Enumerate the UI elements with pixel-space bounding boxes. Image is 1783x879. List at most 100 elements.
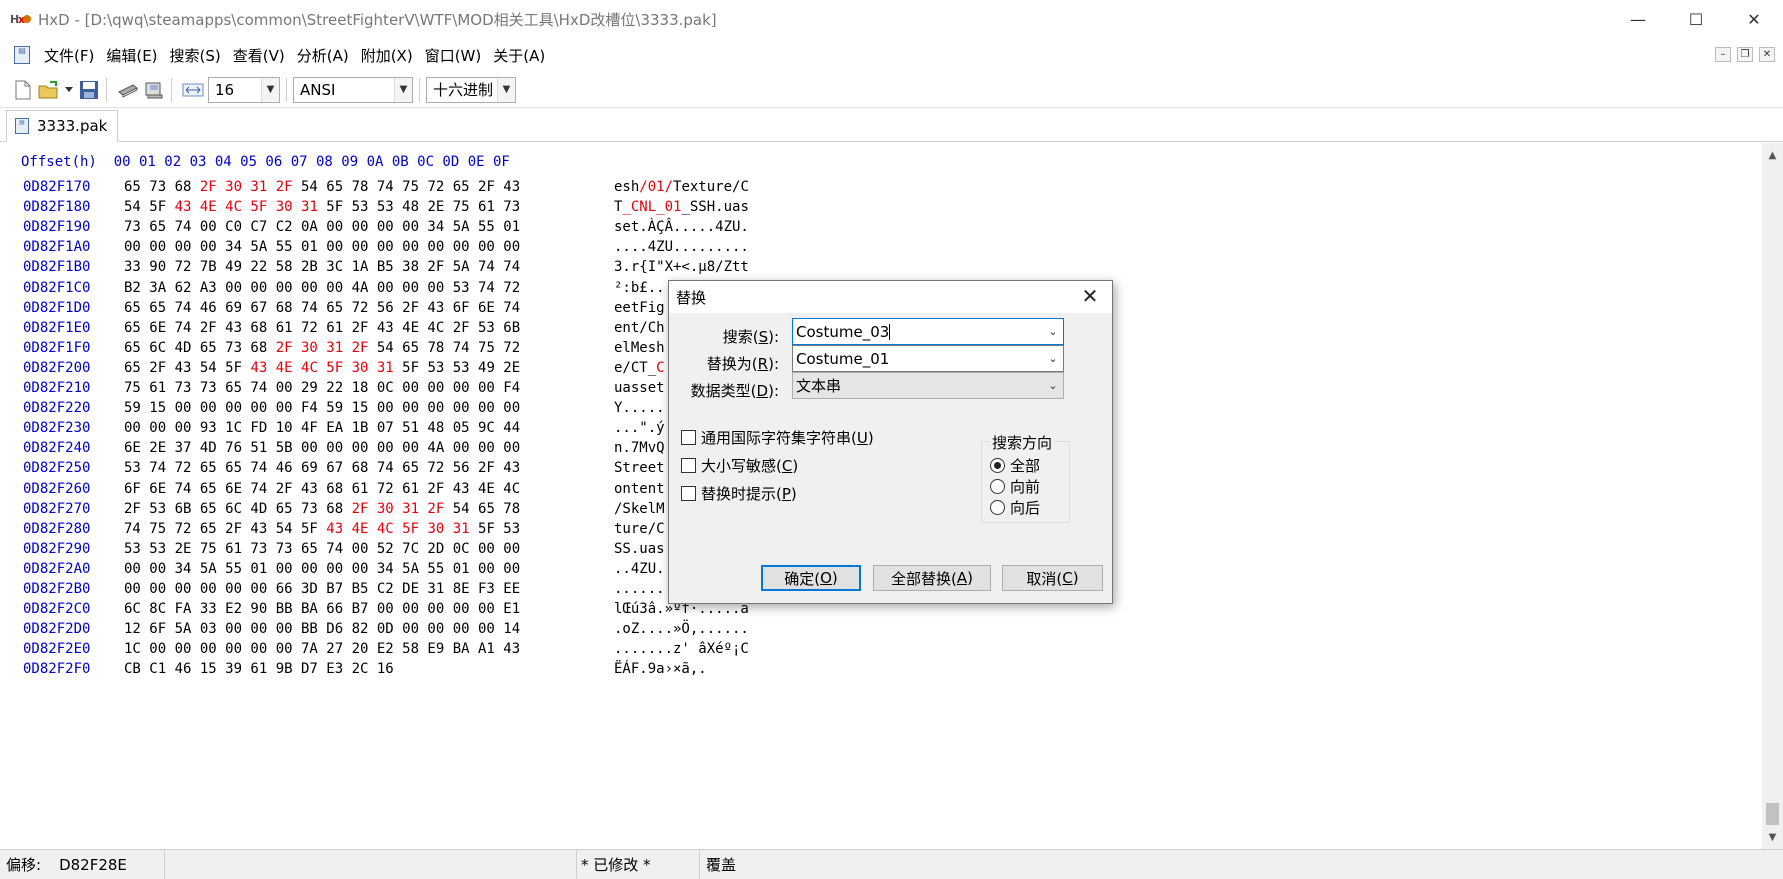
- menu-file[interactable]: 文件(F): [38, 45, 100, 66]
- scroll-down-icon[interactable]: ▼: [1762, 827, 1783, 847]
- hex-row-text[interactable]: 3.r{I"X+<.µ8/Ztt: [614, 259, 749, 275]
- chevron-down-icon[interactable]: ⌄: [1043, 325, 1063, 338]
- open-file-icon[interactable]: [38, 79, 60, 101]
- hex-row-bytes[interactable]: 6F 6E 74 65 6E 74 2F 43 68 61 72 61 2F 4…: [124, 481, 520, 497]
- radio-unselected[interactable]: [990, 500, 1005, 515]
- hex-row-bytes[interactable]: 6C 8C FA 33 E2 90 BB BA 66 B7 00 00 00 0…: [124, 601, 520, 617]
- prompt-on-replace-checkbox[interactable]: 替换时提示(P): [681, 483, 797, 504]
- menu-view[interactable]: 查看(V): [227, 45, 291, 66]
- hex-row-bytes[interactable]: 65 65 74 46 69 67 68 74 65 72 56 2F 43 6…: [124, 300, 520, 316]
- hex-row-bytes[interactable]: 75 61 73 73 65 74 00 29 22 18 0C 00 00 0…: [124, 380, 520, 396]
- replace-input[interactable]: Costume_01: [793, 350, 1043, 368]
- minimize-button[interactable]: —: [1609, 0, 1667, 38]
- mdi-minimize-button[interactable]: –: [1715, 47, 1731, 62]
- hex-row-text[interactable]: .oZ....»Ö‚......: [614, 621, 749, 637]
- direction-all-radio[interactable]: 全部: [990, 455, 1040, 476]
- hex-row-text[interactable]: .......z' âXéº¡C: [614, 641, 749, 657]
- disk-icon[interactable]: [143, 79, 165, 101]
- hex-row-bytes[interactable]: 53 53 2E 75 61 73 73 65 74 00 52 7C 2D 0…: [124, 541, 520, 557]
- offset-base-select[interactable]: 十六进制 ▼: [426, 76, 516, 103]
- vertical-scrollbar[interactable]: ▲ ▼: [1762, 143, 1783, 849]
- hex-row-bytes[interactable]: 65 6E 74 2F 43 68 61 72 61 2F 43 4E 4C 2…: [124, 320, 520, 336]
- hex-row-bytes[interactable]: 65 6C 4D 65 73 68 2F 30 31 2F 54 65 78 7…: [124, 340, 520, 356]
- mdi-close-button[interactable]: ✕: [1759, 47, 1775, 62]
- replace-all-button[interactable]: 全部替换(A): [873, 565, 991, 591]
- hex-row-text[interactable]: Street: [614, 460, 665, 476]
- unicode-checkbox[interactable]: 通用国际字符集字符串(U): [681, 427, 874, 448]
- bytes-per-row-select[interactable]: 16 ▼: [208, 76, 280, 103]
- tab-3333-pak[interactable]: ▤ 3333.pak: [6, 110, 119, 142]
- cancel-button[interactable]: 取消(C): [1002, 565, 1103, 591]
- save-icon[interactable]: [78, 79, 100, 101]
- checkbox-box[interactable]: [681, 458, 696, 473]
- hex-row-text[interactable]: ent/Ch: [614, 320, 665, 336]
- menu-edit[interactable]: 编辑(E): [100, 45, 163, 66]
- hex-row-text[interactable]: n.7MvQ: [614, 440, 665, 456]
- chevron-down-icon[interactable]: ⌄: [1043, 352, 1063, 365]
- direction-forward-radio[interactable]: 向前: [990, 476, 1040, 497]
- hex-row-text[interactable]: ture/C: [614, 521, 665, 537]
- hex-row-bytes[interactable]: 65 2F 43 54 5F 43 4E 4C 5F 30 31 5F 53 5…: [124, 360, 520, 376]
- hex-row-bytes[interactable]: 00 00 34 5A 55 01 00 00 00 00 34 5A 55 0…: [124, 561, 520, 577]
- mdi-restore-button[interactable]: ❐: [1737, 47, 1753, 62]
- hex-row-bytes[interactable]: 65 73 68 2F 30 31 2F 54 65 78 74 75 72 6…: [124, 179, 520, 195]
- menu-about[interactable]: 关于(A): [487, 45, 551, 66]
- checkbox-box[interactable]: [681, 430, 696, 445]
- new-file-icon[interactable]: [12, 79, 34, 101]
- hex-row-bytes[interactable]: 00 00 00 00 34 5A 55 01 00 00 00 00 00 0…: [124, 239, 520, 255]
- search-combobox[interactable]: Costume_03 ⌄: [792, 318, 1064, 345]
- menu-window[interactable]: 窗口(W): [419, 45, 488, 66]
- hex-row-bytes[interactable]: 2F 53 6B 65 6C 4D 65 73 68 2F 30 31 2F 5…: [124, 501, 520, 517]
- scroll-thumb[interactable]: [1766, 803, 1779, 825]
- ram-icon[interactable]: [117, 79, 139, 101]
- hex-row-text[interactable]: T_CNL_01_SSH.uas: [614, 199, 749, 215]
- hex-row-bytes[interactable]: 33 90 72 7B 49 22 58 2B 3C 1A B5 38 2F 5…: [124, 259, 520, 275]
- chevron-down-icon[interactable]: ▼: [497, 77, 515, 102]
- hex-row-bytes[interactable]: 54 5F 43 4E 4C 5F 30 31 5F 53 53 48 2E 7…: [124, 199, 520, 215]
- chevron-down-icon[interactable]: ⌄: [1043, 379, 1063, 392]
- hex-row-bytes[interactable]: 12 6F 5A 03 00 00 00 BB D6 82 0D 00 00 0…: [124, 621, 520, 637]
- hex-row-bytes[interactable]: CB C1 46 15 39 61 9B D7 E3 2C 16: [124, 661, 394, 677]
- checkbox-box[interactable]: [681, 486, 696, 501]
- hex-row-text[interactable]: ËÁF.9a›×ã,.: [614, 661, 707, 677]
- chevron-down-icon[interactable]: ▼: [261, 77, 279, 102]
- charset-select[interactable]: ANSI ▼: [293, 76, 413, 103]
- datatype-select[interactable]: 文本串 ⌄: [792, 372, 1064, 399]
- hex-row-text[interactable]: SS.uas: [614, 541, 665, 557]
- close-window-button[interactable]: ✕: [1725, 0, 1783, 38]
- maximize-button[interactable]: ☐: [1667, 0, 1725, 38]
- hex-row-bytes[interactable]: 53 74 72 65 65 74 46 69 67 68 74 65 72 5…: [124, 460, 520, 476]
- hex-row-text[interactable]: Y.....: [614, 400, 665, 416]
- radio-selected[interactable]: [990, 458, 1005, 473]
- menu-analysis[interactable]: 分析(A): [291, 45, 355, 66]
- search-input[interactable]: Costume_03: [796, 323, 889, 341]
- hex-row-text[interactable]: ontent: [614, 481, 665, 497]
- hex-row-bytes[interactable]: 59 15 00 00 00 00 00 F4 59 15 00 00 00 0…: [124, 400, 520, 416]
- chevron-down-icon[interactable]: ▼: [394, 77, 412, 102]
- radio-unselected[interactable]: [990, 479, 1005, 494]
- hex-row-bytes[interactable]: 00 00 00 93 1C FD 10 4F EA 1B 07 51 48 0…: [124, 420, 520, 436]
- hex-row-text[interactable]: e/CT_C: [614, 360, 665, 376]
- hex-row-bytes[interactable]: 00 00 00 00 00 00 66 3D B7 B5 C2 DE 31 8…: [124, 581, 520, 597]
- hex-row-text[interactable]: eetFig: [614, 300, 665, 316]
- ok-button[interactable]: 确定(O): [761, 565, 861, 591]
- hex-row-bytes[interactable]: 6E 2E 37 4D 76 51 5B 00 00 00 00 00 4A 0…: [124, 440, 520, 456]
- hex-row-text[interactable]: ...".ý: [614, 420, 665, 436]
- hex-row-text[interactable]: ..4ZU.: [614, 561, 665, 577]
- menu-extras[interactable]: 附加(X): [355, 45, 419, 66]
- menu-search[interactable]: 搜索(S): [164, 45, 227, 66]
- document-icon[interactable]: ▤: [14, 46, 30, 64]
- close-icon[interactable]: ✕: [1078, 285, 1102, 309]
- hex-row-text[interactable]: uasset: [614, 380, 665, 396]
- hex-row-text[interactable]: esh/01/Texture/C: [614, 179, 749, 195]
- hex-row-bytes[interactable]: 73 65 74 00 C0 C7 C2 0A 00 00 00 00 34 5…: [124, 219, 520, 235]
- hex-row-bytes[interactable]: 1C 00 00 00 00 00 00 7A 27 20 E2 58 E9 B…: [124, 641, 520, 657]
- direction-backward-radio[interactable]: 向后: [990, 497, 1040, 518]
- hex-row-text[interactable]: ....4ZU.........: [614, 239, 749, 255]
- hex-row-text[interactable]: ......: [614, 581, 665, 597]
- hex-row-text[interactable]: elMesh: [614, 340, 665, 356]
- hex-row-bytes[interactable]: B2 3A 62 A3 00 00 00 00 00 4A 00 00 00 5…: [124, 280, 520, 296]
- open-dropdown-arrow[interactable]: [64, 79, 74, 101]
- replace-combobox[interactable]: Costume_01 ⌄: [792, 345, 1064, 372]
- case-sensitive-checkbox[interactable]: 大小写敏感(C): [681, 455, 798, 476]
